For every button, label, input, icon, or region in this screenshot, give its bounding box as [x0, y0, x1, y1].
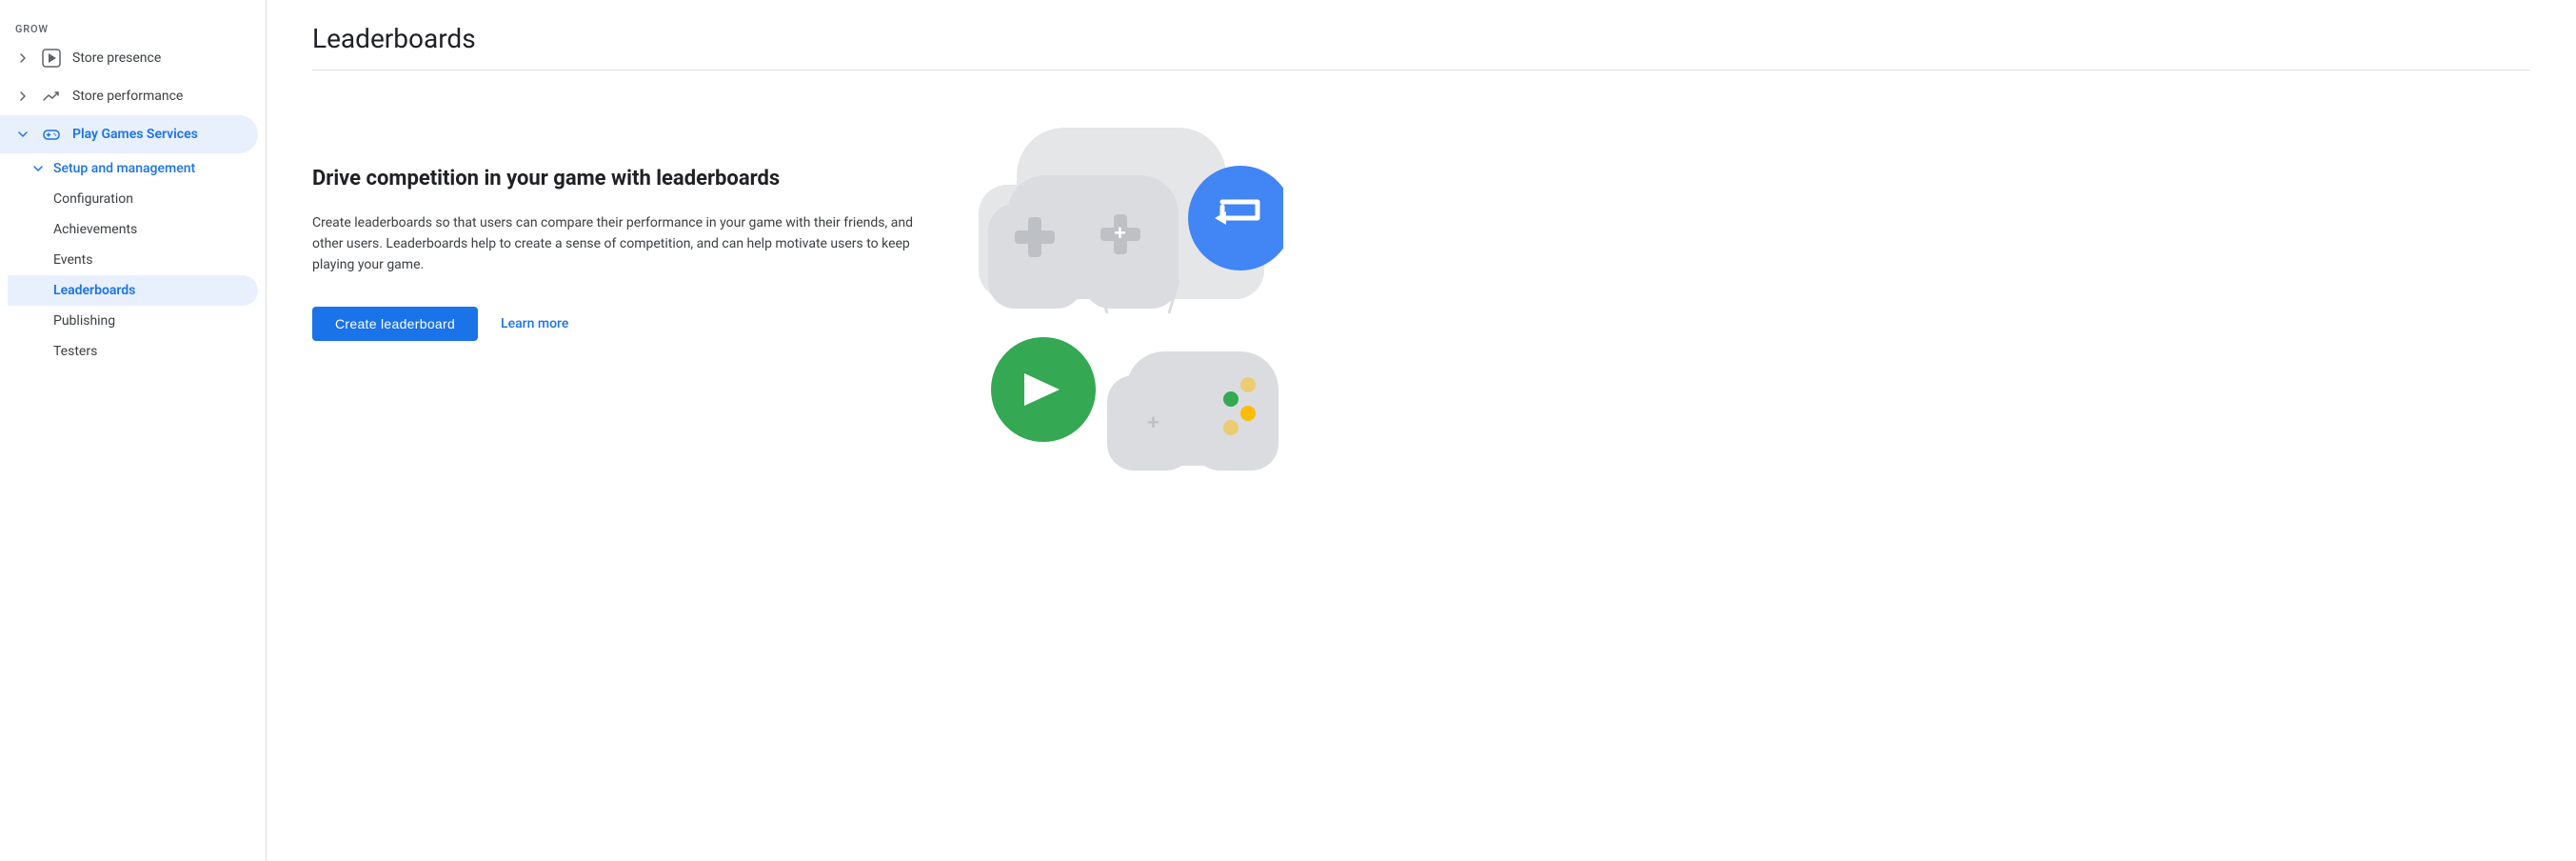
create-leaderboard-button[interactable]: Create leaderboard: [312, 307, 478, 341]
page-title: Leaderboards: [312, 23, 2530, 54]
sub-item-publishing[interactable]: Publishing: [8, 306, 258, 336]
sidebar-item-label-play-games-services: Play Games Services: [72, 127, 198, 142]
sub-item-label-achievements: Achievements: [53, 222, 137, 237]
chevron-right-icon: [15, 50, 30, 66]
sub-item-label-publishing: Publishing: [53, 313, 115, 329]
learn-more-link[interactable]: Learn more: [501, 316, 568, 331]
text-section: Drive competition in your game with lead…: [312, 109, 921, 341]
content-heading: Drive competition in your game with lead…: [312, 166, 921, 193]
illustration-area: + +: [960, 109, 1283, 471]
actions-bar: Create leaderboard Learn more: [312, 307, 921, 341]
sub-item-events[interactable]: Events: [8, 245, 258, 275]
sidebar-item-label-store-presence: Store presence: [72, 50, 161, 66]
sidebar-item-label-store-performance: Store performance: [72, 89, 183, 104]
sub-menu-header[interactable]: Setup and management: [8, 153, 266, 184]
sub-item-configuration[interactable]: Configuration: [8, 184, 258, 214]
svg-text:+: +: [1147, 410, 1159, 434]
sidebar: Grow Store presence Store performance: [0, 0, 267, 861]
sub-item-leaderboards[interactable]: Leaderboards: [8, 275, 258, 306]
sidebar-item-play-games-services[interactable]: Play Games Services: [0, 115, 258, 153]
gamepad-icon: [42, 125, 61, 144]
main-content: Leaderboards Drive competition in your g…: [267, 0, 2576, 861]
content-area: Drive competition in your game with lead…: [312, 109, 2530, 471]
sidebar-item-store-presence[interactable]: Store presence: [0, 39, 258, 77]
sidebar-item-store-performance[interactable]: Store performance: [0, 77, 258, 115]
sub-item-label-events: Events: [53, 252, 92, 268]
sub-menu-header-label: Setup and management: [53, 161, 195, 176]
trending-up-icon: [42, 87, 61, 106]
game-controller-illustration: + +: [960, 109, 1283, 471]
chevron-down-icon: [15, 127, 30, 142]
sub-menu-setup: Setup and management Configuration Achie…: [0, 153, 266, 367]
play-circle-icon: [42, 49, 61, 68]
sidebar-section-grow: Grow: [0, 15, 266, 39]
sub-item-label-configuration: Configuration: [53, 191, 133, 207]
sub-item-label-testers: Testers: [53, 344, 97, 359]
sub-item-achievements[interactable]: Achievements: [8, 214, 258, 245]
svg-text:+: +: [1114, 221, 1126, 245]
sub-item-testers[interactable]: Testers: [8, 336, 258, 367]
content-description: Create leaderboards so that users can co…: [312, 212, 921, 276]
sub-chevron-down-icon: [30, 161, 46, 176]
chevron-right-icon-perf: [15, 89, 30, 104]
sub-item-label-leaderboards: Leaderboards: [53, 283, 135, 298]
